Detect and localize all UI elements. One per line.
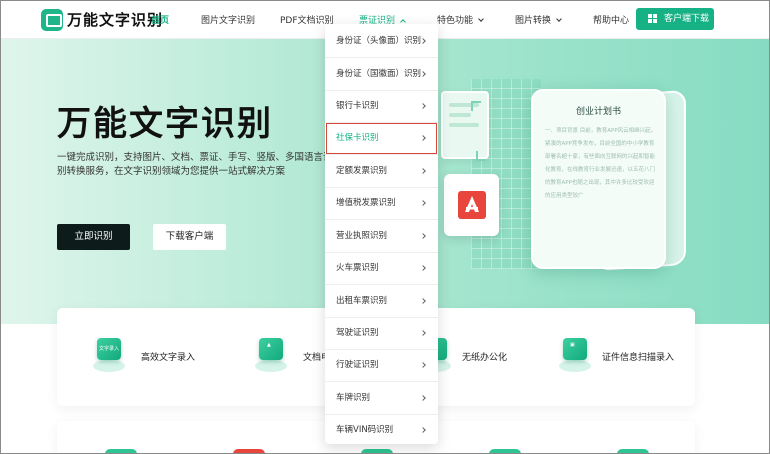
chevron-right-icon [420,427,426,433]
dropdown-item-bank-card[interactable]: 银行卡识别 [325,90,438,123]
chevron-right-icon [420,168,426,174]
nav-image-convert[interactable]: 图片转换 [515,13,562,26]
dropdown-item-social-security-card[interactable]: 社保卡识别 [325,122,438,155]
feature-label: 证件信息扫描录入 [602,353,675,363]
product-icon [233,449,265,453]
dropdown-item-label: 身份证（头像面）识别 [336,36,422,46]
nav-features[interactable]: 特色功能 [437,13,484,26]
chevron-right-icon [420,330,426,336]
chevron-right-icon [420,71,426,77]
image-thumbnail-card [441,91,489,159]
windows-icon [648,14,658,24]
dropdown-item-label: 出租车票识别 [336,296,388,306]
ticket-ocr-dropdown: 身份证（头像面）识别 身份证（国徽面）识别 银行卡识别 社保卡识别 定额发票识别… [325,24,438,444]
product-icon [617,449,649,453]
chevron-right-icon [420,200,426,206]
nav-home[interactable]: 首页 [151,13,169,26]
dropdown-item-vehicle-license[interactable]: 行驶证识别 [325,349,438,382]
dropdown-item-label: 定额发票识别 [336,166,388,176]
chevron-right-icon [420,265,426,271]
dropdown-item-label: 行驶证识别 [336,360,379,370]
dropdown-item-taxi-ticket[interactable]: 出租车票识别 [325,285,438,318]
nav-image-convert-label: 图片转换 [515,16,552,26]
dropdown-item-label: 银行卡识别 [336,101,379,111]
dropdown-item-label: 火车票识别 [336,263,379,273]
chevron-right-icon [420,103,426,109]
hero-description: 一键完成识别，支持图片、文档、票证、手写、竖版、多国语言识别转换服务，在文字识别… [57,152,333,177]
dropdown-item-label: 驾驶证识别 [336,328,379,338]
dropdown-item-vin-code[interactable]: 车辆VIN码识别 [325,414,438,447]
chevron-right-icon [420,362,426,368]
dropdown-item-driver-license[interactable]: 驾驶证识别 [325,317,438,350]
text-input-icon: 文字录入 [91,336,127,374]
start-recognition-button[interactable]: 立即识别 [57,224,130,250]
download-client-button[interactable]: 下载客户端 [153,224,226,250]
product-icon [489,449,521,453]
product-icon [105,449,137,453]
logo-icon[interactable] [41,9,63,31]
scan-corner-bracket [476,151,486,161]
dropdown-item-label: 身份证（国徽面）识别 [336,69,422,79]
nav-image-ocr[interactable]: 图片文字识别 [201,13,255,26]
dropdown-item-label: 增值税发票识别 [336,198,396,208]
text-input-icon-label: 文字录入 [99,346,120,352]
chevron-right-icon [420,395,426,401]
dropdown-item-label: 营业执照识别 [336,231,388,241]
client-download-label: 客户端下载 [664,14,710,24]
feature-label: 高效文字录入 [141,353,196,363]
dropdown-item-label: 车牌识别 [336,393,371,403]
document-title: 创业计划书 [575,107,621,117]
chevron-right-icon [420,298,426,304]
feature-label: 无纸办公化 [462,353,508,363]
chevron-right-icon [420,38,426,44]
dropdown-item-vat-invoice[interactable]: 增值税发票识别 [325,187,438,220]
dropdown-item-id-card-front[interactable]: 身份证（头像面）识别 [325,25,438,58]
id-card-scan-icon: ▣ [557,336,593,374]
nav-features-label: 特色功能 [437,16,474,26]
dropdown-item-train-ticket[interactable]: 火车票识别 [325,252,438,285]
document-preview-card: 创业计划书 一、项目背景 目前，教育APP风云相继兴起，紧凑的APP竞争发布，目… [531,89,666,269]
chevron-right-icon [420,233,426,239]
dropdown-item-business-license[interactable]: 营业执照识别 [325,220,438,253]
dropdown-item-id-card-back[interactable]: 身份证（国徽面）识别 [325,58,438,91]
client-download-button[interactable]: 客户端下载 [636,8,714,30]
dropdown-item-license-plate[interactable]: 车牌识别 [325,382,438,415]
document-body-text: 一、项目背景 目前，教育APP风云相继兴起，紧凑的APP竞争发布，目前全国的中小… [545,128,657,199]
pdf-file-card [444,174,499,236]
chevron-right-icon [420,135,426,141]
browser-viewport: 万能文字识别 首页 图片文字识别 PDF文档识别 票证识别 特色功能 图片转换 … [0,0,770,454]
dropdown-item-quota-invoice[interactable]: 定额发票识别 [325,155,438,188]
hero-title: 万能文字识别 [57,104,273,144]
nav-help[interactable]: 帮助中心 [593,13,629,26]
dropdown-item-label: 车辆VIN码识别 [336,425,394,435]
pdf-icon [458,191,486,219]
product-icon [361,449,393,453]
brand-name[interactable]: 万能文字识别 [67,9,163,30]
scan-corner-bracket [471,101,481,111]
chevron-down-icon [478,16,484,22]
dropdown-item-label: 社保卡识别 [336,133,379,143]
chevron-down-icon [556,16,562,22]
pdf-doc-icon: ▲ [253,336,289,374]
